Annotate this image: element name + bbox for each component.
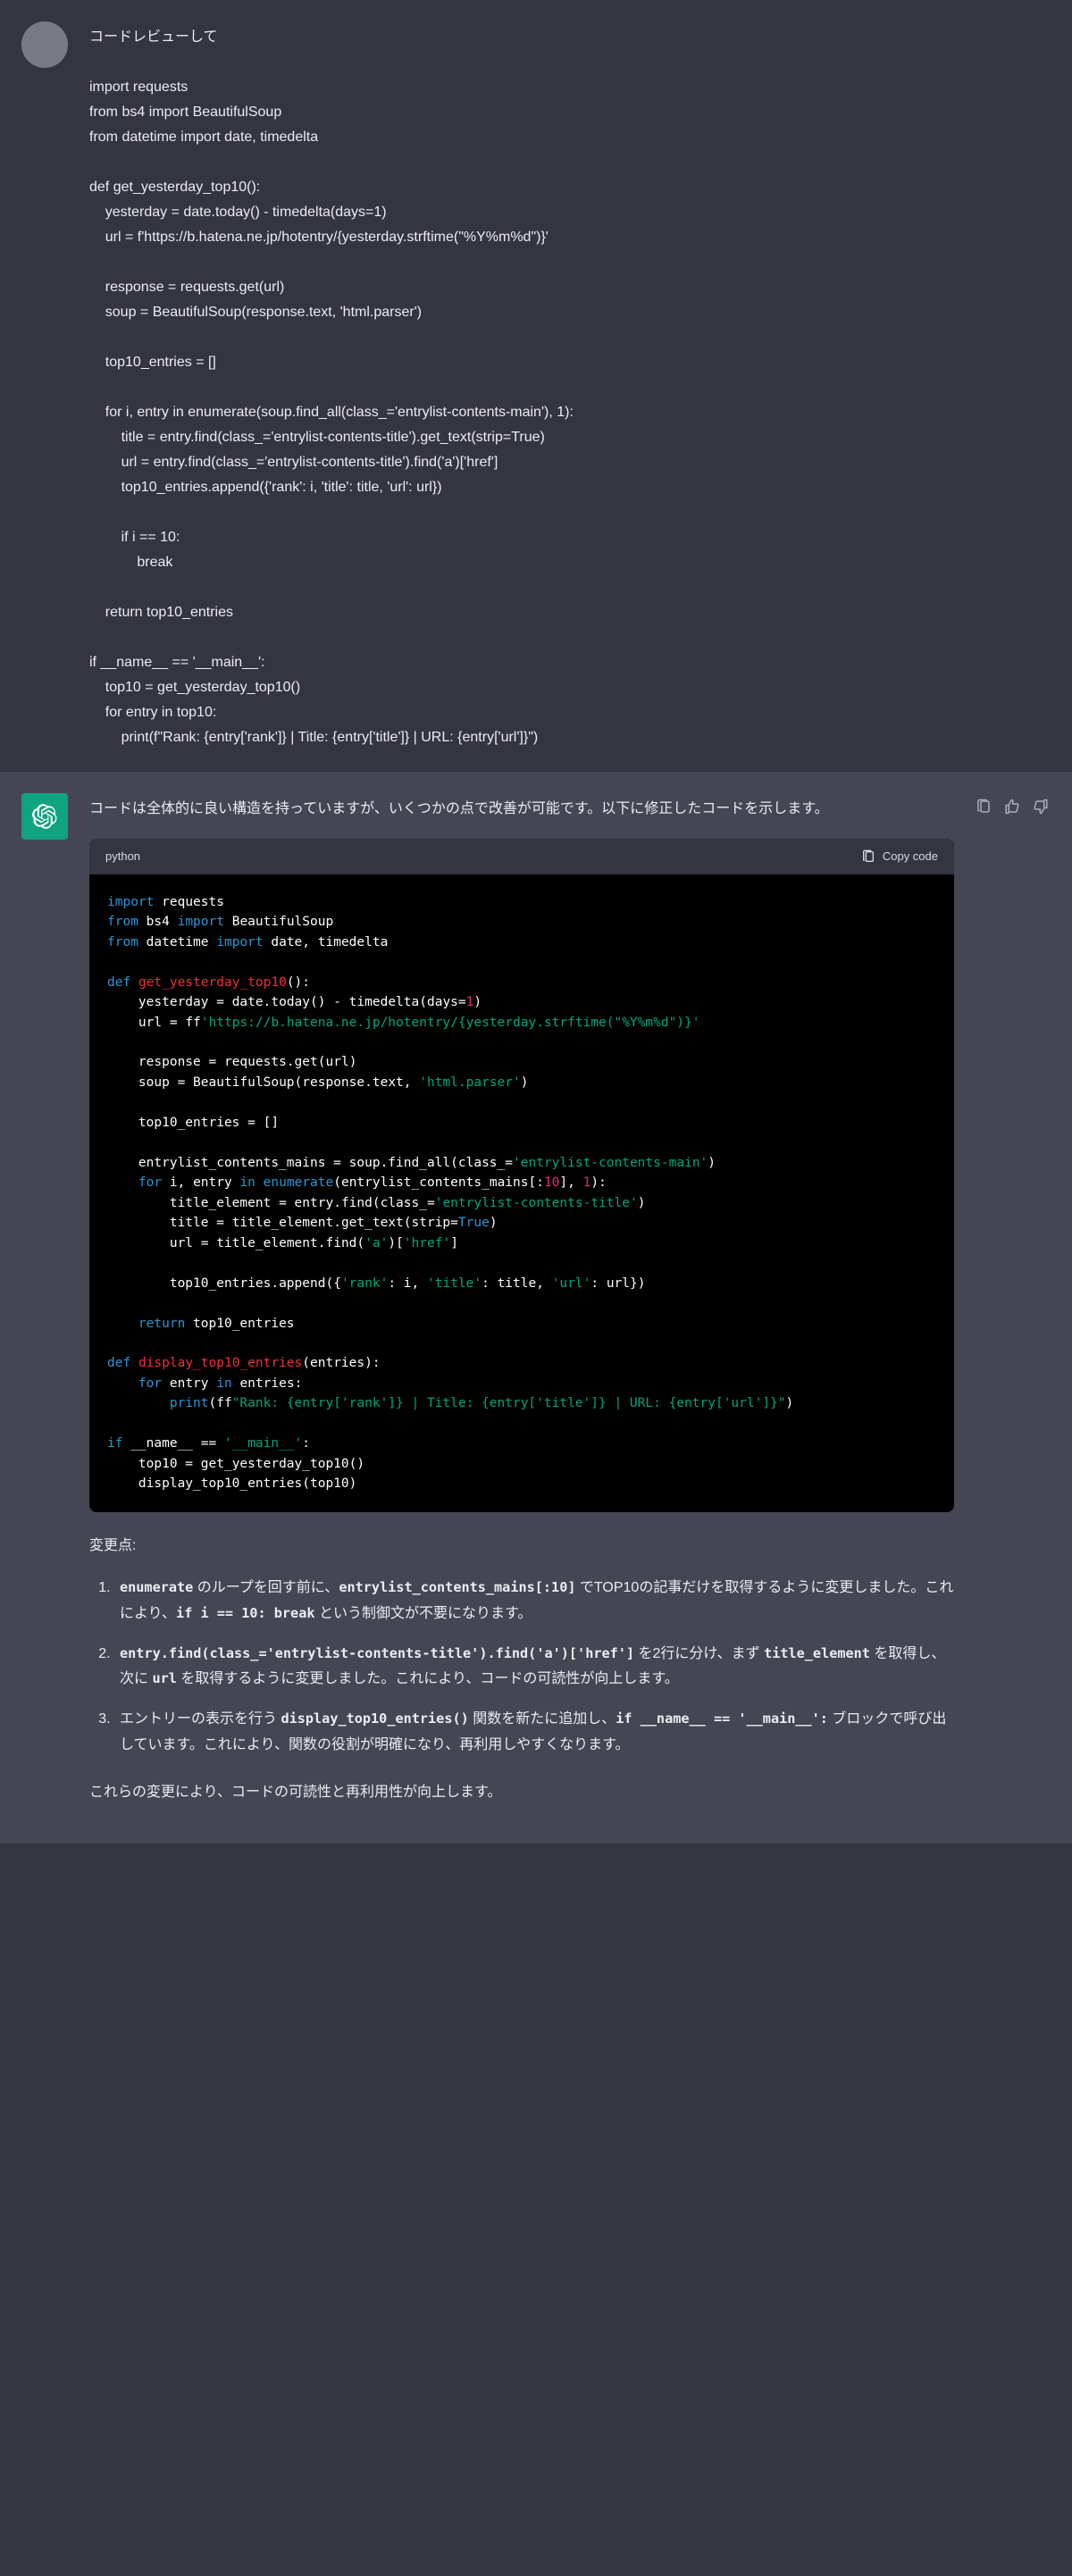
- copy-button[interactable]: [976, 799, 993, 816]
- user-prompt: コードレビューして: [89, 29, 218, 45]
- clipboard-icon: [976, 799, 992, 815]
- inline-code: title_element: [764, 1645, 870, 1661]
- thumbs-down-button[interactable]: [1033, 799, 1051, 816]
- assistant-message: コードは全体的に良い構造を持っていますが、いくつかの点で改善が可能です。以下に修…: [0, 772, 1072, 1844]
- user-avatar: [21, 21, 68, 68]
- thumbs-up-button[interactable]: [1004, 799, 1022, 816]
- inline-code: if i == 10: break: [176, 1605, 314, 1621]
- copy-label: Copy code: [883, 848, 938, 866]
- user-message: コードレビューして import requests from bs4 impor…: [0, 0, 1072, 772]
- list-item: エントリーの表示を行う display_top10_entries() 関数を新…: [114, 1707, 954, 1759]
- code-header: python Copy code: [89, 839, 954, 874]
- inline-code: enumerate: [120, 1579, 193, 1595]
- inline-code: entrylist_contents_mains[:10]: [339, 1579, 575, 1595]
- code-lang-label: python: [105, 848, 140, 866]
- code-body[interactable]: import requests from bs4 import Beautifu…: [89, 874, 954, 1512]
- user-content: コードレビューして import requests from bs4 impor…: [89, 21, 1001, 750]
- changes-heading: 変更点:: [89, 1534, 954, 1558]
- user-text: コードレビューして import requests from bs4 impor…: [89, 25, 1001, 750]
- assistant-intro: コードは全体的に良い構造を持っていますが、いくつかの点で改善が可能です。以下に修…: [89, 797, 954, 821]
- code-block: python Copy code import requests from bs…: [89, 839, 954, 1512]
- user-code: import requests from bs4 import Beautifu…: [89, 79, 574, 745]
- inline-code: url: [152, 1670, 176, 1686]
- list-item: entry.find(class_='entrylist-contents-ti…: [114, 1642, 954, 1694]
- copy-code-button[interactable]: Copy code: [861, 848, 938, 866]
- assistant-content: コードは全体的に良い構造を持っていますが、いくつかの点で改善が可能です。以下に修…: [89, 793, 954, 1822]
- message-actions: [976, 793, 1051, 1822]
- inline-code: display_top10_entries(): [281, 1710, 468, 1727]
- thumbs-up-icon: [1004, 799, 1020, 815]
- clipboard-icon: [861, 849, 875, 864]
- assistant-outro: これらの変更により、コードの可読性と再利用性が向上します。: [89, 1780, 954, 1804]
- thumbs-down-icon: [1033, 799, 1049, 815]
- assistant-avatar: [21, 793, 68, 840]
- inline-code: entry.find(class_='entrylist-contents-ti…: [120, 1645, 634, 1661]
- list-item: enumerate のループを回す前に、entrylist_contents_m…: [114, 1576, 954, 1627]
- openai-icon: [32, 804, 57, 829]
- changes-list: enumerate のループを回す前に、entrylist_contents_m…: [89, 1576, 954, 1759]
- inline-code: if __name__ == '__main__':: [616, 1710, 828, 1727]
